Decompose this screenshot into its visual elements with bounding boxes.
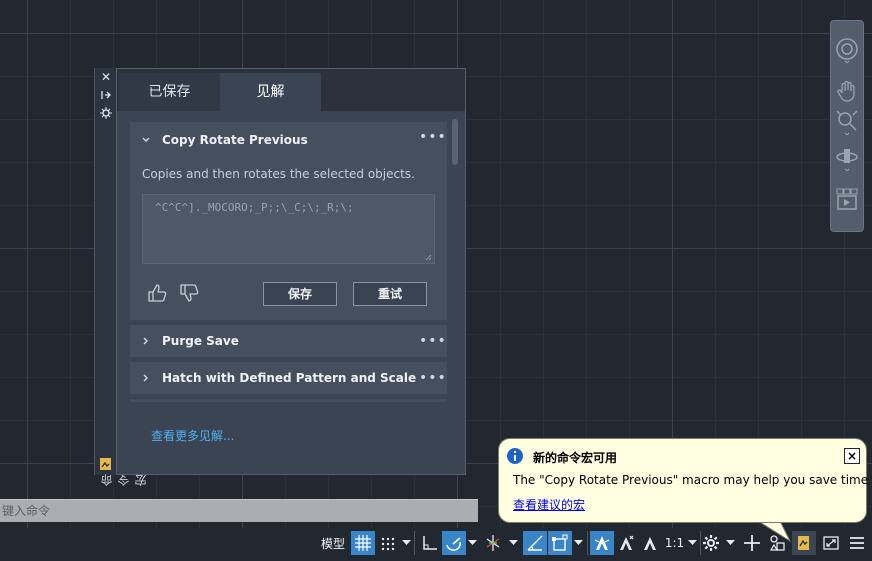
macro-card-purge-save[interactable]: Purge Save ••• [130, 325, 447, 357]
palette-scrollbar[interactable] [452, 119, 458, 165]
scale-selector[interactable]: 1:1 [664, 531, 698, 555]
annotation-scale-icon [594, 536, 610, 550]
chevron-down-icon [574, 540, 583, 545]
osnap-dropdown[interactable] [573, 531, 584, 555]
more-menu-icon[interactable]: ••• [419, 130, 446, 144]
card-header[interactable]: Hatch with Defined Pattern and Scale ••• [130, 362, 447, 394]
command-input[interactable] [0, 500, 478, 522]
ortho-icon [423, 536, 437, 550]
annotation-scale-button[interactable] [638, 531, 662, 555]
palette-side-title: 命令宏 [100, 473, 148, 486]
fullscreen-icon [823, 536, 839, 550]
separator [587, 531, 588, 555]
macro-text-field[interactable]: ^C^C^]._MOCORO;_P;;\_C;\;_R;\; [142, 194, 435, 264]
workspace-dropdown[interactable] [725, 531, 736, 555]
hamburger-menu-icon [850, 537, 864, 549]
macro-card-partial [130, 399, 447, 402]
workspace-switching-button[interactable] [699, 531, 723, 555]
view-suggested-macro-link[interactable]: 查看建议的宏 [513, 496, 585, 513]
tab-saved[interactable]: 已保存 [119, 73, 220, 111]
polar-dropdown[interactable] [467, 531, 478, 555]
chevron-down-icon [509, 540, 518, 545]
thumbs-down-icon[interactable] [178, 282, 200, 304]
auto-scale-button[interactable] [614, 531, 638, 555]
osnap-icon [552, 534, 568, 551]
isodraft-button[interactable] [481, 531, 505, 555]
customization-menu-button[interactable] [845, 531, 869, 555]
macro-logo-icon [98, 456, 114, 472]
chevron-down-icon [402, 540, 411, 545]
card-title: Purge Save [162, 334, 239, 348]
osnap-tracking-icon [527, 535, 543, 551]
chevron-down-icon [468, 540, 477, 545]
chevron-down-icon [688, 540, 698, 545]
isodraft-icon [486, 535, 500, 551]
grid-toggle-button[interactable] [351, 531, 375, 555]
more-menu-icon[interactable]: ••• [419, 334, 446, 348]
zoom-icon[interactable] [835, 109, 859, 135]
palette-tabbar: 已保存 见解 [117, 69, 465, 111]
chevron-right-icon[interactable] [141, 336, 151, 346]
snap-dots-icon [381, 537, 395, 551]
card-description: Copies and then rotates the selected obj… [142, 167, 415, 181]
notification-title: 新的命令宏可用 [533, 451, 618, 465]
chevron-down-icon[interactable] [141, 135, 151, 145]
auto-scale-icon [620, 535, 634, 550]
steering-wheel-icon[interactable] [835, 37, 859, 63]
gear-icon [703, 535, 719, 551]
more-menu-icon[interactable]: ••• [419, 371, 446, 385]
macro-text: ^C^C^]._MOCORO;_P;;\_C;\;_R;\; [155, 201, 354, 214]
notification-tail [757, 521, 792, 543]
see-more-insights-link[interactable]: 查看更多见解... [151, 427, 234, 444]
properties-icon[interactable] [98, 106, 114, 120]
command-line[interactable] [0, 499, 478, 522]
macro-card-hatch[interactable]: Hatch with Defined Pattern and Scale ••• [130, 362, 447, 394]
snap-dropdown[interactable] [401, 531, 412, 555]
scale-value: 1:1 [664, 536, 685, 550]
fullscreen-button[interactable] [819, 531, 843, 555]
palette-side-strip: ✕ 命令宏 [94, 68, 148, 486]
polar-icon [446, 537, 461, 551]
pan-icon[interactable] [835, 79, 859, 105]
snap-mode-button[interactable] [376, 531, 400, 555]
object-snap-tracking-button[interactable] [523, 531, 547, 555]
showmotion-icon[interactable] [835, 187, 859, 213]
separator [414, 531, 415, 555]
card-header[interactable]: Purge Save ••• [130, 325, 447, 357]
auto-hide-icon[interactable] [98, 88, 114, 102]
card-title: Copy Rotate Previous [162, 133, 308, 147]
command-macros-palette: 已保存 见解 Copy Rotate Previous ••• Copies a… [116, 68, 466, 475]
thumbs-up-icon[interactable] [146, 282, 168, 304]
model-space-button[interactable]: 模型 [318, 531, 348, 555]
annotation-visibility-button[interactable] [590, 531, 614, 555]
info-icon [507, 448, 523, 464]
notification-balloon: 新的命令宏可用 × The "Copy Rotate Previous" mac… [498, 438, 869, 523]
retry-button[interactable]: 重试 [353, 282, 427, 306]
orbit-icon[interactable] [835, 145, 859, 171]
resize-grip-icon[interactable] [425, 254, 432, 261]
grid-icon [355, 535, 371, 551]
tab-insights[interactable]: 见解 [220, 73, 321, 111]
polar-tracking-button[interactable] [442, 531, 466, 555]
macro-card-expanded: Copy Rotate Previous ••• Copies and then… [130, 122, 447, 320]
annotation-icon [644, 537, 656, 550]
isodraft-dropdown[interactable] [508, 531, 519, 555]
object-snap-button[interactable] [548, 531, 572, 555]
card-title: Hatch with Defined Pattern and Scale [162, 371, 417, 385]
navigation-bar [830, 20, 864, 232]
chevron-right-icon[interactable] [141, 373, 151, 383]
close-icon[interactable]: ✕ [98, 70, 114, 84]
save-button[interactable]: 保存 [263, 282, 337, 306]
notification-message: The "Copy Rotate Previous" macro may hel… [513, 473, 869, 487]
ortho-mode-button[interactable] [418, 531, 442, 555]
chevron-down-icon [726, 540, 735, 545]
close-icon[interactable]: × [844, 448, 860, 464]
card-header[interactable]: Copy Rotate Previous ••• [130, 122, 447, 158]
model-label: 模型 [320, 536, 345, 551]
